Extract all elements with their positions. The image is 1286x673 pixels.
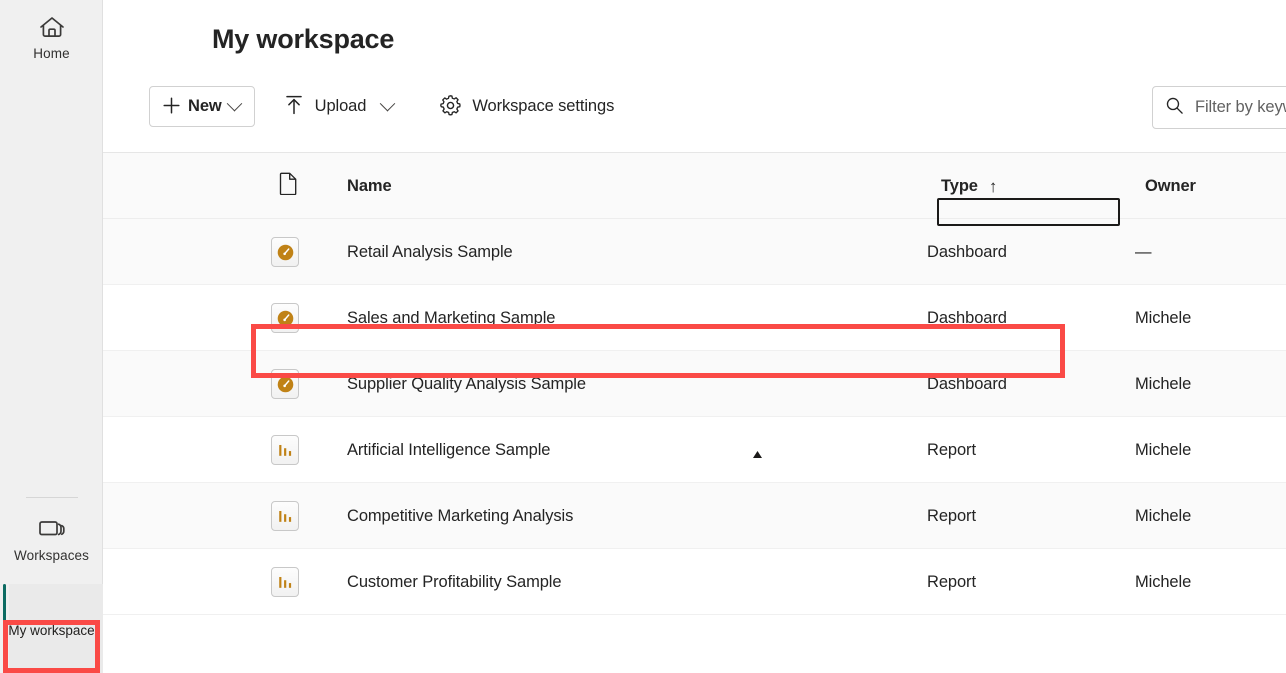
power-bi-workspace-page: Home Workspaces My workspace My workspac…: [0, 0, 1286, 673]
table-row[interactable]: Retail Analysis SampleDashboard——: [103, 219, 1286, 285]
column-header-type-label: Type: [941, 177, 978, 196]
row-owner: Michele: [1135, 417, 1191, 483]
row-type-icon: [271, 351, 299, 417]
table-header-row: Name Type ↑ Owner Refr: [103, 153, 1286, 219]
row-owner: Michele: [1135, 549, 1191, 615]
row-owner: Michele: [1135, 483, 1191, 549]
new-button[interactable]: New: [149, 86, 255, 127]
row-type-icon: [271, 285, 299, 351]
row-type-icon: [271, 417, 299, 483]
row-name[interactable]: Artificial Intelligence Sample: [347, 417, 550, 483]
row-name[interactable]: Sales and Marketing Sample: [347, 285, 555, 351]
row-owner: Michele: [1135, 285, 1191, 351]
upload-button-label: Upload: [315, 97, 367, 116]
document-icon: [279, 172, 298, 200]
report-icon: [271, 567, 299, 597]
chevron-down-icon: [226, 96, 242, 112]
row-type: Dashboard: [927, 219, 1007, 285]
sidebar-item-home[interactable]: Home: [0, 4, 103, 62]
row-type: Dashboard: [927, 351, 1007, 417]
home-icon: [34, 12, 70, 42]
report-icon: [271, 501, 299, 531]
table-row[interactable]: Customer Profitability Sample Report Miche…: [103, 549, 1286, 615]
upload-button[interactable]: Upload: [273, 86, 404, 127]
sort-ascending-icon: ↑: [989, 178, 997, 195]
workspace-settings-label: Workspace settings: [472, 97, 614, 116]
column-header-type[interactable]: Type ↑: [941, 153, 997, 219]
column-header-document-icon[interactable]: [279, 153, 298, 219]
column-header-owner[interactable]: Owner: [1145, 153, 1196, 219]
new-button-label: New: [188, 97, 222, 116]
row-owner: —: [1135, 219, 1151, 285]
row-type: Dashboard: [927, 285, 1007, 351]
table-row[interactable]: Competitive Marketing Analysis Report Mich…: [103, 483, 1286, 549]
dashboard-icon: [271, 303, 299, 333]
row-name[interactable]: Supplier Quality Analysis Sample: [347, 351, 586, 417]
sidebar-item-workspaces-label: Workspaces: [2, 547, 101, 564]
row-name[interactable]: Retail Analysis Sample: [347, 219, 513, 285]
rail-divider: [26, 497, 78, 498]
workspaces-icon: [34, 514, 70, 544]
column-header-name[interactable]: Name: [347, 153, 392, 219]
command-toolbar: New Upload: [103, 84, 1286, 148]
dashboard-icon: [271, 369, 299, 399]
search-input[interactable]: [1195, 98, 1286, 117]
search-icon: [1165, 96, 1184, 120]
sidebar-item-my-workspace-label: My workspace: [0, 622, 103, 640]
table-row[interactable]: Supplier Quality Analysis Sample Dashboar…: [103, 351, 1286, 417]
chevron-down-icon: [380, 96, 396, 112]
table-row[interactable]: Sales and Marketing Sample Dashboard Miche…: [103, 285, 1286, 351]
row-name[interactable]: Customer Profitability Sample: [347, 549, 561, 615]
dashboard-icon: [271, 237, 299, 267]
row-type: Report: [927, 549, 976, 615]
row-type-icon: [271, 483, 299, 549]
sidebar-item-home-label: Home: [2, 45, 101, 62]
filter-search-box[interactable]: [1152, 86, 1286, 129]
table-body: Retail Analysis SampleDashboard——Sales a…: [103, 219, 1286, 615]
table-row[interactable]: Artificial Intelligence Sample Report Mich…: [103, 417, 1286, 483]
sidebar-item-my-workspace[interactable]: My workspace: [0, 622, 103, 640]
sidebar-item-workspaces[interactable]: Workspaces: [0, 506, 103, 564]
row-type: Report: [927, 483, 976, 549]
report-icon: [271, 435, 299, 465]
upload-arrow-icon: [283, 94, 305, 119]
row-type-icon: [271, 549, 299, 615]
row-type: Report: [927, 417, 976, 483]
workspace-items-table: Name Type ↑ Owner Refr Retail Analysis S…: [103, 153, 1286, 673]
page-title: My workspace: [212, 20, 394, 58]
plus-icon: [162, 96, 181, 118]
row-type-icon: [271, 219, 299, 285]
gear-icon: [439, 94, 462, 120]
workspace-settings-button[interactable]: Workspace settings: [429, 86, 624, 127]
main-content: My workspace New: [103, 0, 1286, 673]
left-nav-rail: Home Workspaces My workspace: [0, 0, 103, 673]
row-name[interactable]: Competitive Marketing Analysis: [347, 483, 573, 549]
row-owner: Michele: [1135, 351, 1191, 417]
